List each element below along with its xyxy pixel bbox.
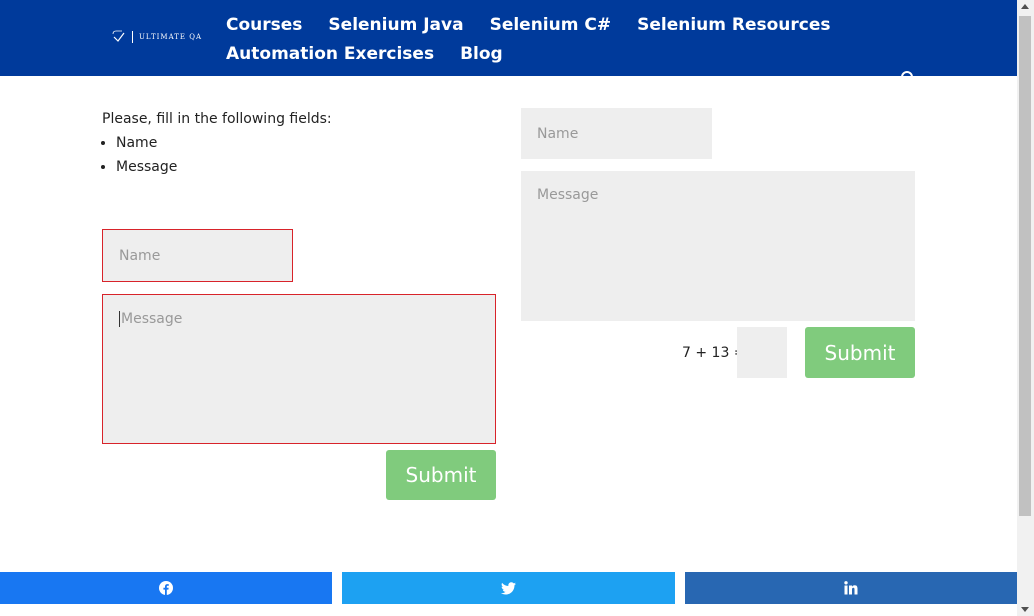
right-name-placeholder: Name [537, 125, 579, 142]
instructions-block: Please, fill in the following fields: Na… [102, 111, 332, 183]
logo-text: ULTIMATE QA [139, 33, 203, 41]
site-logo[interactable]: ULTIMATE QA [112, 30, 202, 44]
left-name-placeholder: Name [119, 247, 161, 264]
linkedin-icon [844, 581, 858, 595]
required-field-item: Name [116, 135, 332, 151]
share-linkedin-button[interactable] [685, 572, 1017, 604]
left-name-input[interactable]: Name [102, 229, 293, 282]
nav-link-selenium-csharp[interactable]: Selenium C# [490, 15, 612, 35]
required-field-item: Message [116, 159, 332, 175]
share-facebook-button[interactable] [0, 572, 332, 604]
nav-row-2: Automation Exercises Blog [226, 39, 786, 68]
check-logo-icon [112, 30, 125, 42]
left-message-placeholder: Message [119, 311, 183, 327]
scroll-up-arrow-icon[interactable] [1021, 4, 1029, 9]
facebook-icon [159, 581, 173, 595]
share-twitter-button[interactable] [342, 572, 675, 604]
main-navigation: Courses Selenium Java Selenium C# Seleni… [226, 10, 831, 68]
nav-link-selenium-java[interactable]: Selenium Java [328, 15, 463, 35]
nav-row-1: Courses Selenium Java Selenium C# Seleni… [226, 10, 831, 39]
logo-divider [132, 31, 133, 43]
captcha-answer-input[interactable] [737, 327, 787, 378]
captcha-question: 7 + 13 = [682, 345, 746, 361]
nav-link-automation-exercises[interactable]: Automation Exercises [226, 44, 434, 64]
right-name-input[interactable]: Name [521, 108, 712, 159]
left-submit-button[interactable]: Submit [386, 450, 496, 500]
left-message-textarea[interactable]: Message [102, 294, 496, 444]
twitter-icon [501, 581, 516, 594]
right-message-textarea[interactable]: Message [521, 171, 915, 321]
right-submit-button[interactable]: Submit [805, 327, 915, 378]
nav-link-selenium-resources[interactable]: Selenium Resources [637, 15, 830, 35]
nav-link-blog[interactable]: Blog [460, 44, 503, 64]
required-fields-list: Name Message [102, 135, 332, 175]
vertical-scrollbar[interactable] [1017, 0, 1034, 616]
nav-link-courses[interactable]: Courses [226, 15, 302, 35]
scroll-thumb[interactable] [1019, 16, 1031, 516]
scroll-down-arrow-icon[interactable] [1021, 607, 1029, 612]
site-header: ULTIMATE QA Courses Selenium Java Seleni… [0, 0, 1017, 78]
instructions-intro: Please, fill in the following fields: [102, 111, 332, 127]
right-message-placeholder: Message [537, 187, 599, 203]
search-icon[interactable] [900, 70, 916, 78]
